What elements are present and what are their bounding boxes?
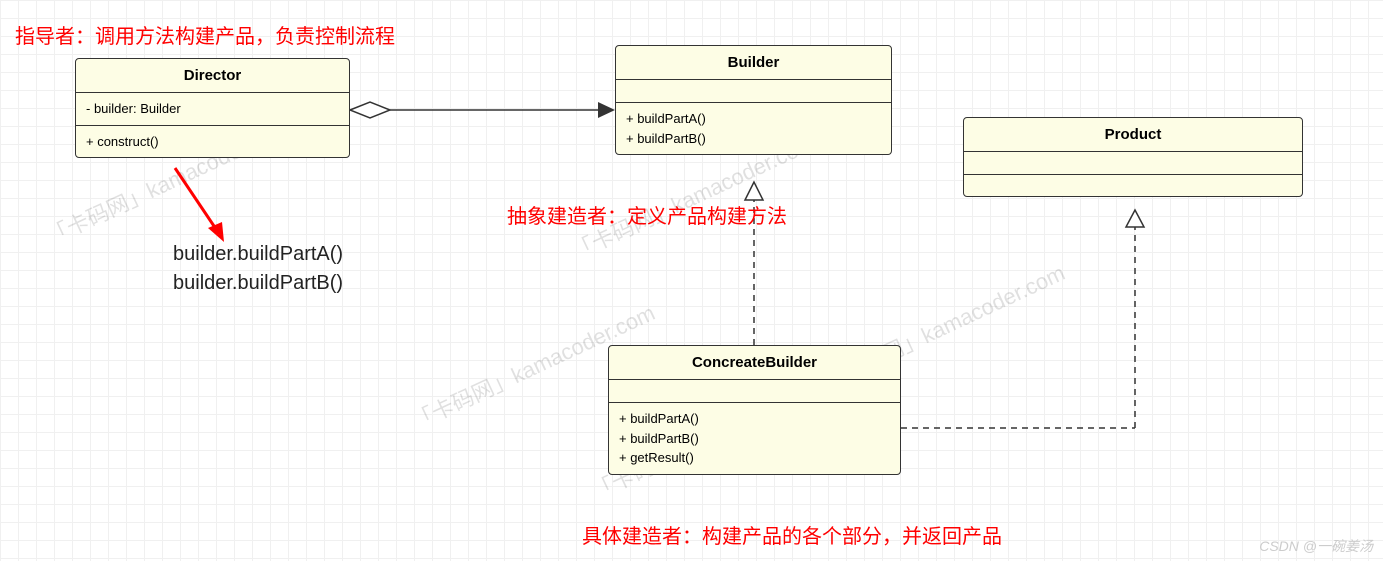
uml-class-concrete-builder: ConcreateBuilder + buildPartA() + buildP… [608, 345, 901, 475]
class-title: Builder [616, 46, 891, 80]
concrete-annotation: 具体建造者：构建产品的各个部分，并返回产品 [582, 520, 1002, 549]
uml-class-director: Director - builder: Builder + construct(… [75, 58, 350, 158]
method-item: + buildPartB() [626, 129, 881, 149]
class-title: ConcreateBuilder [609, 346, 900, 380]
uml-class-product: Product [963, 117, 1303, 197]
class-title: Director [76, 59, 349, 93]
call-line-1: builder.buildPartA() [173, 243, 343, 266]
call-line-2: builder.buildPartB() [173, 272, 343, 295]
director-annotation: 指导者：调用方法构建产品，负责控制流程 [15, 20, 395, 49]
method-item: + buildPartA() [619, 409, 890, 429]
method-item: + buildPartA() [626, 109, 881, 129]
class-attributes-empty [616, 80, 891, 102]
class-attributes: - builder: Builder [76, 93, 349, 125]
class-methods: + buildPartA() + buildPartB() [616, 102, 891, 154]
method-item: + getResult() [619, 448, 890, 468]
method-item: + buildPartB() [619, 429, 890, 449]
uml-class-builder: Builder + buildPartA() + buildPartB() [615, 45, 892, 155]
class-methods: + buildPartA() + buildPartB() + getResul… [609, 402, 900, 474]
class-methods-empty [964, 174, 1302, 196]
builder-annotation: 抽象建造者：定义产品构建方法 [507, 200, 787, 229]
class-attributes-empty [964, 152, 1302, 174]
credit-text: CSDN @一碗姜汤 [1259, 536, 1373, 556]
class-methods: + construct() [76, 125, 349, 158]
class-attributes-empty [609, 380, 900, 402]
class-title: Product [964, 118, 1302, 152]
